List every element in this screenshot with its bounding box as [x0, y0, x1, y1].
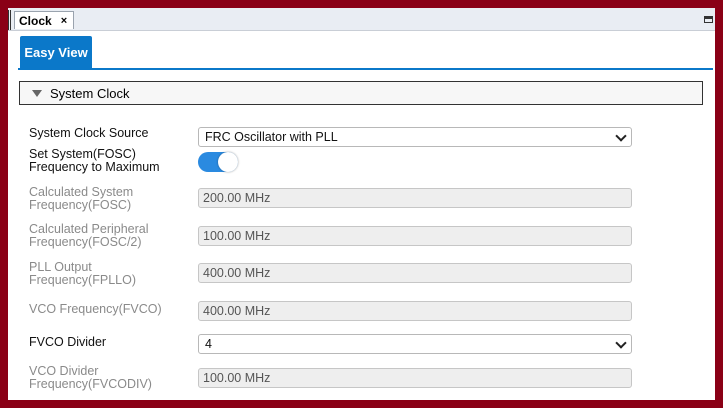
- vco-div-freq-field: 100.00 MHz: [198, 368, 632, 388]
- chevron-down-icon: [615, 130, 627, 142]
- set-max-toggle[interactable]: [198, 152, 238, 172]
- fvco-divider-select[interactable]: 4: [198, 334, 632, 354]
- clock-source-value: FRC Oscillator with PLL: [205, 130, 338, 144]
- calc-periph-label: Calculated Peripheral Frequency(FOSC/2): [29, 222, 149, 249]
- clock-source-select[interactable]: FRC Oscillator with PLL: [198, 127, 632, 147]
- vco-div-freq-value: 100.00 MHz: [203, 371, 271, 385]
- system-clock-section-header[interactable]: System Clock: [19, 81, 703, 105]
- vco-freq-value: 400.00 MHz: [203, 304, 271, 318]
- document-tab-bar: Clock ×: [8, 8, 715, 31]
- calc-system-field: 200.00 MHz: [198, 188, 632, 208]
- close-icon[interactable]: ×: [61, 15, 67, 27]
- tab-bar-edge: [8, 10, 11, 30]
- calc-system-value: 200.00 MHz: [203, 191, 271, 205]
- clock-source-label: System Clock Source: [29, 126, 149, 140]
- vco-div-freq-label: VCO Divider Frequency(FVCODIV): [29, 364, 152, 391]
- pll-output-value: 400.00 MHz: [203, 266, 271, 280]
- fvco-divider-value: 4: [205, 337, 212, 351]
- maximize-icon[interactable]: [704, 16, 713, 23]
- set-max-label: Set System(FOSC) Frequency to Maximum: [29, 147, 160, 174]
- vco-freq-field: 400.00 MHz: [198, 301, 632, 321]
- collapse-triangle-icon[interactable]: [32, 89, 42, 97]
- tab-underline: [18, 68, 713, 70]
- clock-window: Clock × Easy View System Clock System Cl…: [8, 8, 715, 400]
- pll-output-label: PLL Output Frequency(FPLLO): [29, 260, 136, 287]
- calc-periph-value: 100.00 MHz: [203, 229, 271, 243]
- fvco-divider-label: FVCO Divider: [29, 335, 107, 349]
- toggle-knob: [218, 152, 238, 172]
- tab-easy-view[interactable]: Easy View: [20, 36, 92, 68]
- vco-freq-label: VCO Frequency(FVCO): [29, 302, 162, 316]
- chevron-down-icon: [615, 337, 627, 349]
- calc-periph-field: 100.00 MHz: [198, 226, 632, 246]
- section-title: System Clock: [50, 85, 130, 101]
- tab-clock-label: Clock: [19, 13, 52, 28]
- tab-clock[interactable]: Clock ×: [14, 11, 74, 29]
- pll-output-field: 400.00 MHz: [198, 263, 632, 283]
- calc-system-label: Calculated System Frequency(FOSC): [29, 185, 134, 212]
